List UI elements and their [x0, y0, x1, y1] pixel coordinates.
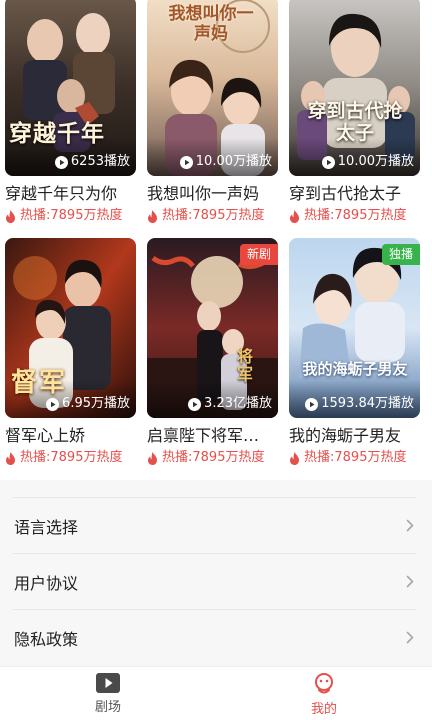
heat-text: 热播:7895万热度	[20, 208, 123, 223]
play-count: 6.95万播放	[46, 396, 130, 412]
tab-mine[interactable]: 我的	[216, 667, 432, 720]
app-screen: 穿越千年 6253播放 穿越千年只为你 热播:7895万热度 我想叫你一声妈 1…	[0, 0, 432, 720]
drama-card[interactable]: 穿到古代抢太子 10.00万播放 穿到古代抢太子 热播:7895万热度	[289, 0, 420, 224]
drama-title[interactable]: 穿到古代抢太子	[289, 184, 420, 204]
play-count-text: 10.00万播放	[195, 154, 272, 169]
flame-icon	[290, 451, 299, 465]
flame-icon	[6, 451, 15, 465]
heat-text: 热播:7895万热度	[162, 450, 265, 465]
settings-item-label: 用户协议	[14, 573, 79, 593]
play-count-text: 6.95万播放	[62, 396, 130, 411]
play-count: 6253播放	[54, 154, 130, 170]
settings-list: 语言选择 用户协议 隐私政策	[13, 497, 416, 665]
play-circle-icon	[54, 155, 68, 169]
bottom-tab-bar: 剧场 我的	[0, 666, 432, 720]
flame-icon	[290, 209, 299, 223]
new-drama-badge: 新剧	[239, 244, 278, 265]
poster-calligraphy: 我想叫你一声妈	[168, 4, 254, 44]
drama-card[interactable]: 独播 我的海蛎子男友 1593.84万播放 我的海蛎子男友 热播:7895万热度	[289, 238, 420, 466]
heat-label: 热播:7895万热度	[147, 450, 278, 466]
flame-icon	[6, 209, 15, 223]
drama-title[interactable]: 穿越千年只为你	[5, 184, 136, 204]
chevron-right-icon	[406, 575, 414, 588]
settings-item-language[interactable]: 语言选择	[13, 497, 416, 553]
drama-title[interactable]: 我想叫你一声妈	[147, 184, 278, 204]
play-circle-icon	[188, 397, 202, 411]
drama-card[interactable]: 穿越千年 6253播放 穿越千年只为你 热播:7895万热度	[5, 0, 136, 224]
heat-text: 热播:7895万热度	[304, 450, 407, 465]
drama-poster[interactable]: 新剧 将军 3.23亿播放	[147, 238, 278, 418]
drama-title[interactable]: 我的海蛎子男友	[289, 426, 420, 446]
tab-label: 我的	[310, 702, 337, 717]
flame-icon	[148, 209, 157, 223]
drama-card[interactable]: 督军 6.95万播放 督军心上娇 热播:7895万热度	[5, 238, 136, 466]
profile-icon	[315, 673, 333, 694]
drama-poster[interactable]: 穿越千年 6253播放	[5, 0, 136, 176]
heat-text: 热播:7895万热度	[20, 450, 123, 465]
play-count-text: 1593.84万播放	[321, 396, 414, 411]
drama-grid-section: 穿越千年 6253播放 穿越千年只为你 热播:7895万热度 我想叫你一声妈 1…	[0, 0, 432, 480]
play-circle-icon	[321, 155, 335, 169]
drama-poster[interactable]: 独播 我的海蛎子男友 1593.84万播放	[289, 238, 420, 418]
heat-text: 热播:7895万热度	[162, 208, 265, 223]
drama-title[interactable]: 启禀陛下将军…	[147, 426, 278, 446]
heat-label: 热播:7895万热度	[147, 208, 278, 224]
heat-label: 热播:7895万热度	[289, 208, 420, 224]
settings-item-label: 语言选择	[14, 517, 79, 537]
drama-poster[interactable]: 穿到古代抢太子 10.00万播放	[289, 0, 420, 176]
play-count-text: 3.23亿播放	[204, 396, 272, 411]
play-count: 1593.84万播放	[305, 396, 414, 412]
poster-calligraphy: 穿到古代抢太子	[307, 100, 403, 144]
play-count-text: 10.00万播放	[337, 154, 414, 169]
play-count-text: 6253播放	[70, 154, 130, 169]
settings-item-label: 隐私政策	[14, 629, 79, 649]
chevron-right-icon	[406, 631, 414, 644]
poster-calligraphy: 我的海蛎子男友	[302, 360, 408, 378]
flame-icon	[148, 451, 157, 465]
play-circle-icon	[305, 397, 319, 411]
heat-label: 热播:7895万热度	[5, 208, 136, 224]
exclusive-badge: 独播	[381, 244, 420, 265]
play-circle-icon	[46, 397, 60, 411]
play-circle-icon	[179, 155, 193, 169]
drama-card[interactable]: 新剧 将军 3.23亿播放 启禀陛下将军… 热播:7895万热度	[147, 238, 278, 466]
drama-poster[interactable]: 督军 6.95万播放	[5, 238, 136, 418]
drama-poster[interactable]: 我想叫你一声妈 10.00万播放	[147, 0, 278, 176]
drama-grid: 穿越千年 6253播放 穿越千年只为你 热播:7895万热度 我想叫你一声妈 1…	[5, 0, 420, 466]
play-count: 10.00万播放	[179, 154, 272, 170]
drama-title[interactable]: 督军心上娇	[5, 426, 136, 446]
heat-label: 热播:7895万热度	[289, 450, 420, 466]
heat-text: 热播:7895万热度	[304, 208, 407, 223]
tab-label: 剧场	[94, 700, 121, 715]
settings-item-user-agreement[interactable]: 用户协议	[13, 553, 416, 609]
play-icon	[96, 673, 120, 693]
settings-item-privacy-policy[interactable]: 隐私政策	[13, 609, 416, 665]
play-count: 3.23亿播放	[188, 396, 272, 412]
chevron-right-icon	[406, 519, 414, 532]
settings-section: 语言选择 用户协议 隐私政策	[0, 480, 432, 666]
tab-theater[interactable]: 剧场	[0, 667, 216, 720]
play-count: 10.00万播放	[321, 154, 414, 170]
poster-calligraphy: 将军	[237, 347, 254, 384]
drama-card[interactable]: 我想叫你一声妈 10.00万播放 我想叫你一声妈 热播:7895万热度	[147, 0, 278, 224]
heat-label: 热播:7895万热度	[5, 450, 136, 466]
poster-calligraphy: 穿越千年	[9, 121, 105, 147]
poster-calligraphy: 督军	[11, 368, 68, 398]
